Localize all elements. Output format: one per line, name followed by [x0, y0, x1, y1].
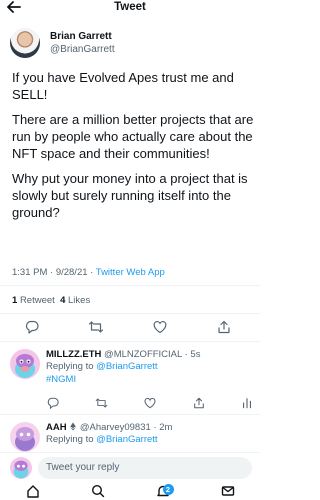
analytics-icon: [243, 398, 251, 409]
tweet-meta: 1:31 PM · 9/28/21 · Twitter Web App: [12, 267, 165, 279]
retweet-button[interactable]: [88, 319, 104, 335]
retweet-icon: [95, 398, 108, 408]
share-icon: [193, 397, 204, 409]
replying-to: Replying to @BrianGarrett: [46, 361, 254, 373]
hashtag-link[interactable]: #NGMI: [46, 373, 254, 386]
like-button[interactable]: [143, 396, 157, 410]
share-button[interactable]: [216, 319, 232, 335]
bottom-tab-bar: 2: [0, 484, 260, 500]
share-button[interactable]: [192, 396, 206, 410]
reply-author-handle[interactable]: @MLNZOFFICIAL: [104, 349, 182, 360]
tweet-text: If you have Evolved Apes trust me and SE…: [12, 69, 256, 229]
reply-button[interactable]: [46, 396, 60, 410]
tweet-stats: 1 Retweet 4 Likes: [12, 295, 90, 307]
search-icon: [91, 484, 104, 498]
replying-to-link[interactable]: @BrianGarrett: [96, 361, 157, 372]
heart-icon: [153, 321, 167, 334]
notification-badge: 2: [162, 484, 174, 495]
tweet-actions: [24, 319, 232, 335]
avatar[interactable]: [10, 28, 40, 58]
back-button[interactable]: [6, 0, 22, 14]
like-label[interactable]: Likes: [68, 295, 90, 306]
author-name: Brian Garrett: [50, 30, 112, 42]
tweet-paragraph: There are a million better projects that…: [12, 112, 254, 161]
tweet-paragraph: If you have Evolved Apes trust me and SE…: [12, 70, 234, 102]
comment-icon: [25, 320, 39, 334]
tweet-paragraph: Why put your money into a project that i…: [12, 171, 248, 220]
retweet-button[interactable]: [95, 396, 109, 410]
like-count[interactable]: 4: [60, 295, 65, 306]
tab-search[interactable]: [90, 484, 106, 500]
ape-avatar-icon: [10, 349, 40, 379]
divider: [0, 414, 260, 415]
divider: [0, 285, 260, 286]
retweet-count[interactable]: 1: [12, 295, 17, 306]
ape-avatar-icon: [10, 422, 40, 452]
like-button[interactable]: [152, 319, 168, 335]
avatar[interactable]: [10, 349, 40, 379]
reply-input[interactable]: [38, 456, 252, 479]
reply-author-handle[interactable]: @Aharvey09831: [80, 422, 151, 433]
divider: [0, 313, 260, 314]
avatar[interactable]: [10, 422, 40, 452]
mail-icon: [221, 486, 234, 496]
reply-time: · 2m: [153, 422, 173, 433]
avatar: [10, 456, 32, 479]
arrow-left-icon: [7, 1, 21, 13]
reply-actions: [46, 396, 254, 410]
tweet-timestamp: 1:31 PM · 9/28/21 ·: [12, 267, 96, 278]
reply-time: · 5s: [184, 349, 201, 360]
heart-icon: [144, 397, 156, 409]
top-bar: Tweet: [0, 0, 260, 14]
reply-author-name[interactable]: MILLZZ.ETH: [46, 349, 101, 360]
author-handle: @BrianGarrett: [50, 43, 115, 55]
retweet-icon: [88, 321, 104, 333]
tab-home[interactable]: [25, 484, 41, 500]
replying-prefix: Replying to: [46, 434, 97, 445]
reply-author-name[interactable]: AAH: [46, 422, 67, 433]
share-icon: [218, 320, 230, 334]
reply-button[interactable]: [24, 319, 40, 335]
home-icon: [26, 485, 39, 498]
analytics-button[interactable]: [240, 396, 254, 410]
replying-to: Replying to @BrianGarrett: [46, 434, 254, 446]
tweet-author[interactable]: Brian Garrett @BrianGarrett: [10, 24, 115, 62]
tab-notifications[interactable]: 2: [155, 484, 174, 500]
divider: [0, 341, 260, 342]
ethereum-icon: [70, 422, 76, 431]
replying-prefix: Replying to: [46, 361, 97, 372]
retweet-label[interactable]: Retweet: [20, 295, 55, 306]
page-title: Tweet: [114, 1, 146, 13]
tab-messages[interactable]: [220, 484, 236, 500]
comment-icon: [47, 397, 59, 409]
ape-avatar-icon: [10, 456, 32, 479]
tweet-source-link[interactable]: Twitter Web App: [96, 267, 165, 278]
reply-composer: [0, 452, 260, 482]
replying-to-link[interactable]: @BrianGarrett: [96, 434, 157, 445]
